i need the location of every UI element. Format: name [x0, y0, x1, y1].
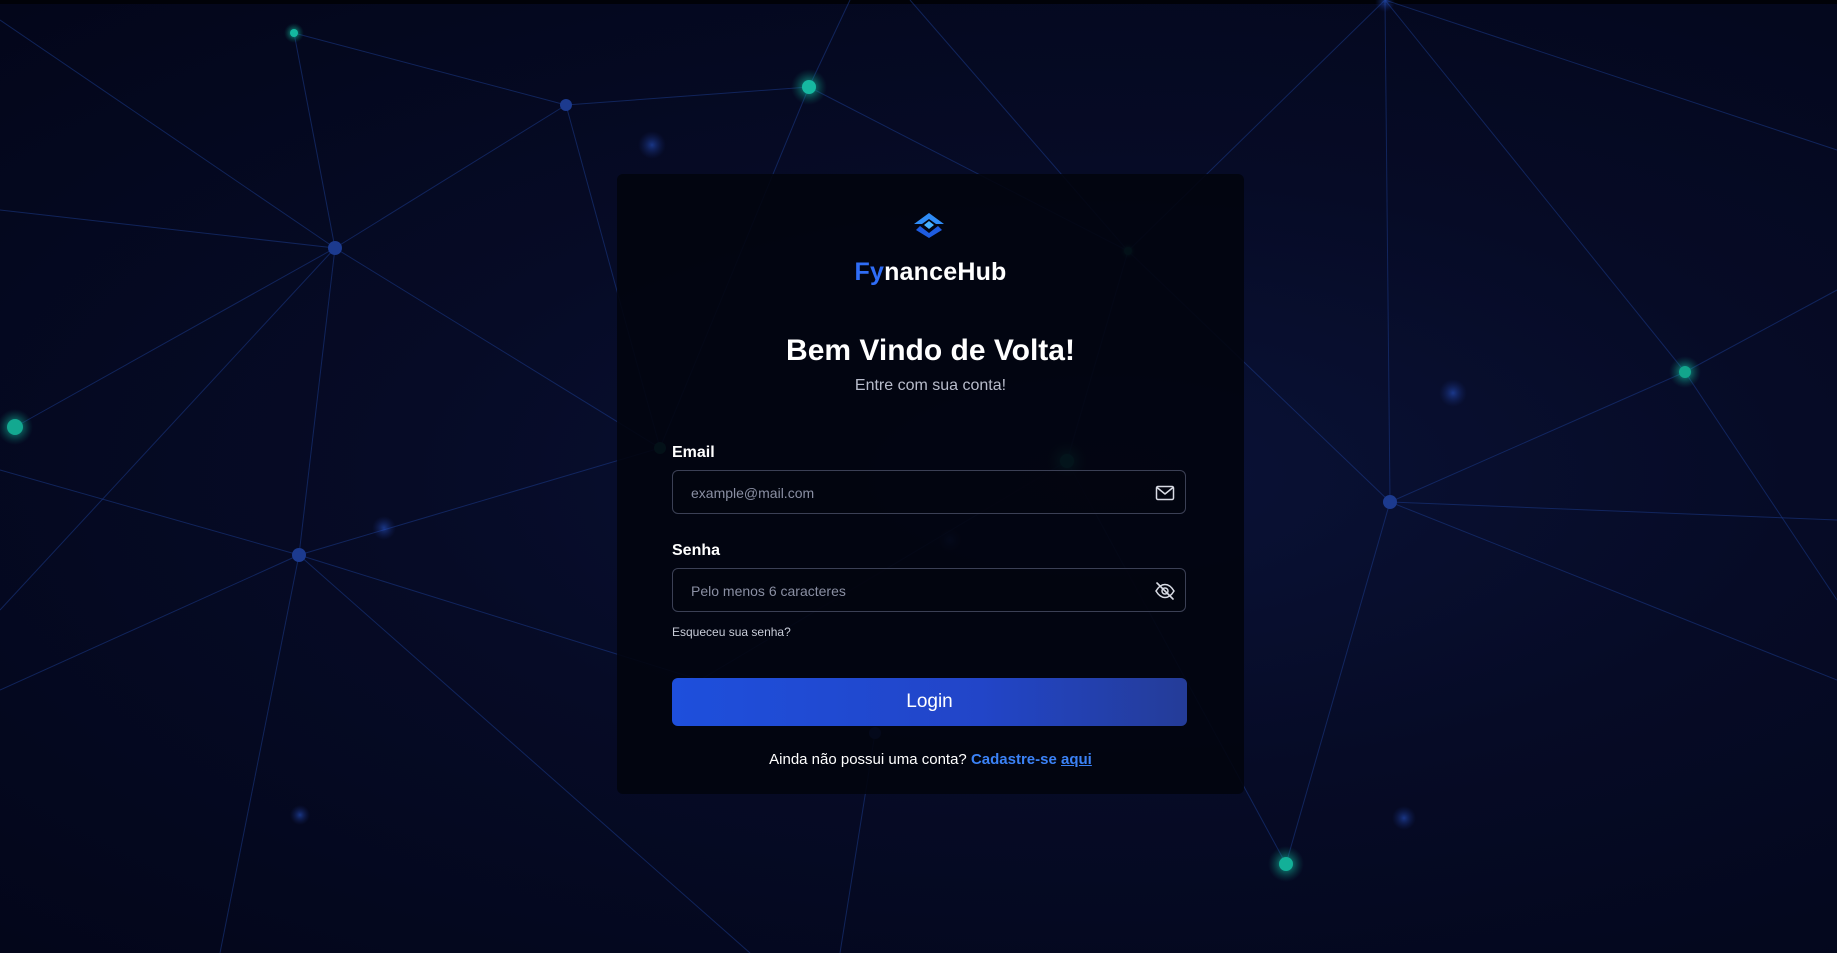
signup-link[interactable]: aqui: [1061, 751, 1092, 768]
brand-suffix: nanceHub: [884, 258, 1007, 286]
login-button[interactable]: Login: [672, 678, 1187, 726]
password-label: Senha: [672, 542, 721, 559]
login-card: FynanceHub Bem Vindo de Volta! Entre com…: [617, 174, 1244, 794]
email-field[interactable]: [672, 470, 1186, 515]
password-input[interactable]: [689, 569, 1133, 613]
email-input[interactable]: [689, 471, 1133, 515]
email-label: Email: [672, 444, 715, 461]
mail-icon: [1155, 485, 1175, 501]
chevron-arrow-logo-icon: [914, 213, 944, 238]
brand-prefix: Fy: [854, 258, 885, 286]
signup-prompt: Ainda não possui uma conta? Cadastre-se …: [617, 751, 1244, 768]
brand-name: FynanceHub: [617, 258, 1244, 287]
forgot-password-link[interactable]: Esqueceu sua senha?: [672, 625, 791, 639]
password-field[interactable]: [672, 568, 1186, 613]
eye-off-icon[interactable]: [1154, 580, 1176, 602]
signup-prompt-text: Ainda não possui uma conta?: [769, 751, 967, 768]
page-background: FynanceHub Bem Vindo de Volta! Entre com…: [0, 0, 1837, 953]
signup-cta-text: Cadastre-se: [970, 751, 1057, 768]
page-subtitle: Entre com sua conta!: [854, 377, 1007, 394]
page-title: Bem Vindo de Volta!: [786, 334, 1075, 367]
